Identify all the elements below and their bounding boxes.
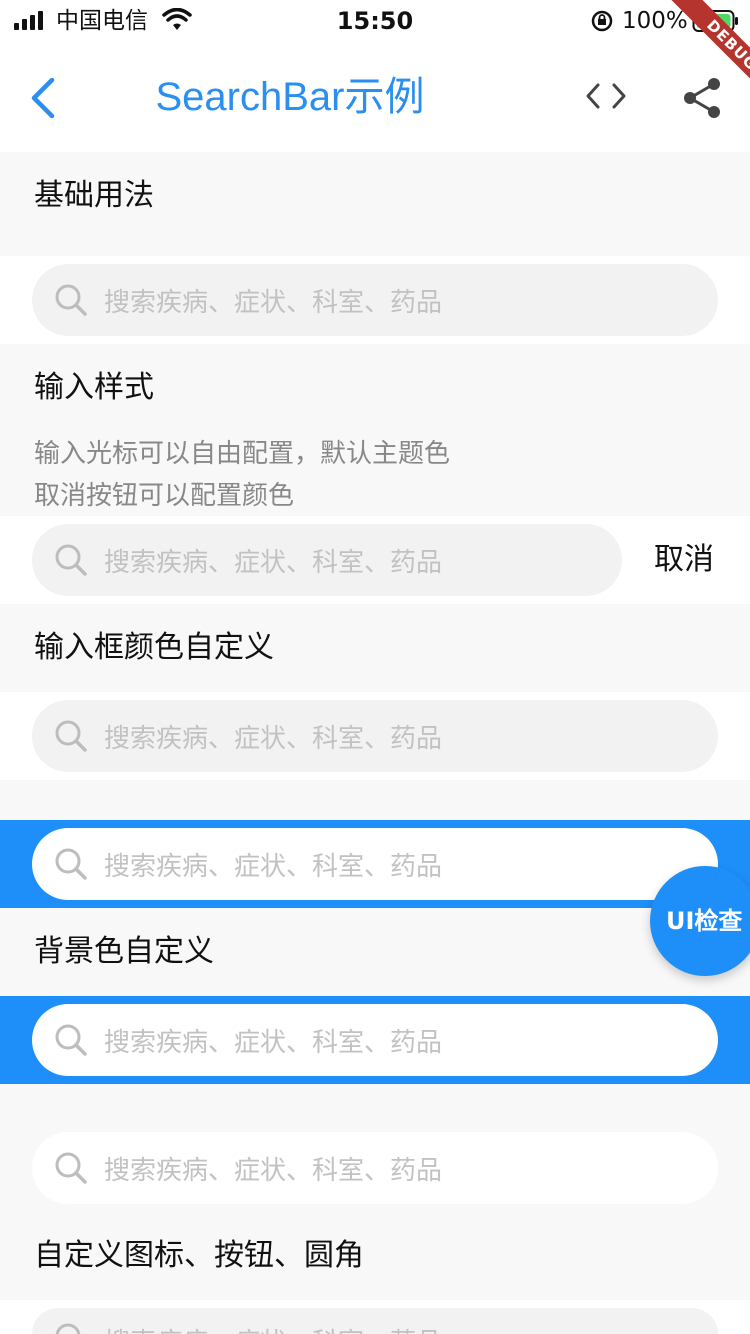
- search-placeholder: 搜索疾病、症状、科室、药品: [104, 1155, 443, 1186]
- search-placeholder: 搜索疾病、症状、科室、药品: [104, 723, 443, 754]
- search-bar-light[interactable]: 搜索疾病、症状、科室、药品: [32, 1132, 718, 1204]
- search-placeholder: 搜索疾病、症状、科室、药品: [104, 1027, 443, 1058]
- search-icon: [54, 847, 88, 881]
- section-heading-input-color: 输入框颜色自定义: [34, 630, 274, 665]
- search-icon: [54, 283, 88, 317]
- section-heading-custom-icon: 自定义图标、按钮、圆角: [34, 1238, 364, 1273]
- search-icon: [54, 719, 88, 753]
- cancel-button[interactable]: 取消: [654, 540, 714, 580]
- section-heading-input-style: 输入样式: [34, 370, 154, 405]
- search-placeholder: 搜索疾病、症状、科室、药品: [104, 547, 443, 578]
- search-icon: [54, 543, 88, 577]
- debug-ribbon: DEBUG: [640, 0, 750, 110]
- search-placeholder: 搜索疾病、症状、科室、药品: [104, 287, 443, 318]
- search-bar-blue-1[interactable]: 搜索疾病、症状、科室、药品: [32, 828, 718, 900]
- section-heading-basic: 基础用法: [34, 178, 154, 213]
- code-icon[interactable]: [584, 82, 628, 114]
- lock-rotation-icon: [590, 9, 614, 37]
- search-icon: [54, 1151, 88, 1185]
- search-bar-blue-2[interactable]: 搜索疾病、症状、科室、药品: [32, 1004, 718, 1076]
- search-bar-custom-icon[interactable]: 搜索疾病、症状、科室、药品: [32, 1308, 718, 1334]
- section-desc-line2: 取消按钮可以配置颜色: [34, 481, 295, 511]
- section-heading-bg-color: 背景色自定义: [34, 934, 214, 969]
- search-placeholder: 搜索疾病、症状、科室、药品: [104, 851, 443, 882]
- search-bar-input-style[interactable]: 搜索疾病、症状、科室、药品: [32, 524, 622, 596]
- search-icon: [54, 1023, 88, 1057]
- search-bar-input-color[interactable]: 搜索疾病、症状、科室、药品: [32, 700, 718, 772]
- page-title: SearchBar示例: [155, 75, 425, 119]
- search-icon: [54, 1322, 88, 1334]
- search-bar-basic[interactable]: 搜索疾病、症状、科室、药品: [32, 264, 718, 336]
- search-placeholder: 搜索疾病、症状、科室、药品: [104, 1322, 442, 1334]
- section-desc-line1: 输入光标可以自由配置，默认主题色: [34, 439, 451, 469]
- debug-label: DEBUG: [667, 0, 750, 110]
- ui-inspect-button[interactable]: UI检查: [650, 866, 750, 976]
